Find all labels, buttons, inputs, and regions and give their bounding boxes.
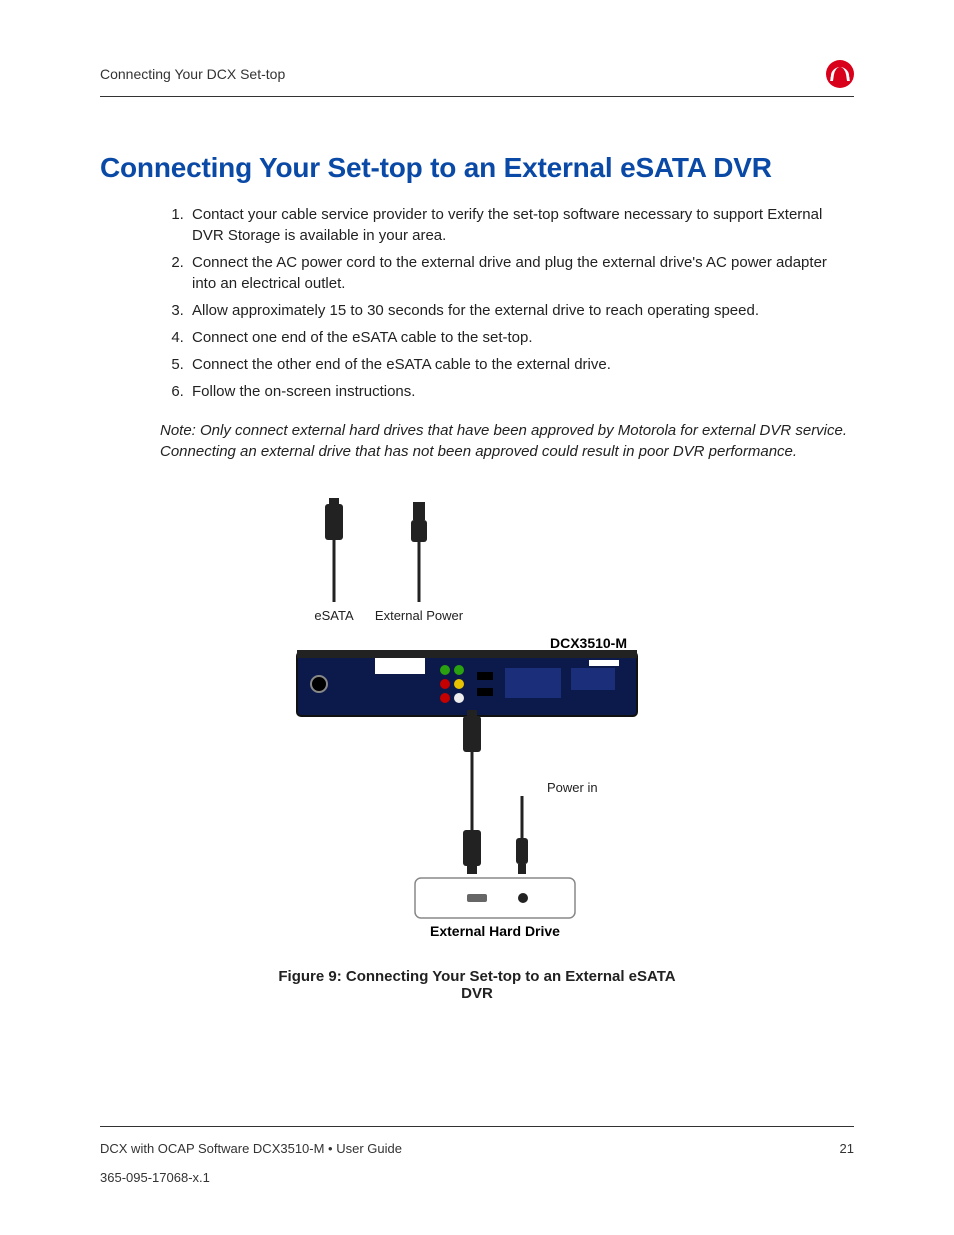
settop-box-icon xyxy=(297,650,637,716)
footer-product: DCX with OCAP Software DCX3510-M • User … xyxy=(100,1141,402,1156)
external-hard-drive-label: External Hard Drive xyxy=(430,923,560,939)
document-page: Connecting Your DCX Set-top Connecting Y… xyxy=(0,0,954,1235)
footer-doc-number: 365-095-17068-x.1 xyxy=(100,1170,854,1185)
step-item: Connect the other end of the eSATA cable… xyxy=(188,354,854,375)
page-footer: DCX with OCAP Software DCX3510-M • User … xyxy=(100,1126,854,1185)
esata-down-cable-icon xyxy=(463,710,481,874)
power-cable-icon xyxy=(411,502,427,602)
esata-label: eSATA xyxy=(314,608,354,623)
power-in-label: Power in xyxy=(547,780,598,795)
step-item: Contact your cable service provider to v… xyxy=(188,204,854,246)
step-item: Connect the AC power cord to the externa… xyxy=(188,252,854,294)
motorola-logo-icon xyxy=(826,60,854,88)
figure-caption: Figure 9: Connecting Your Set-top to an … xyxy=(267,968,687,1002)
esata-cable-icon xyxy=(325,498,343,602)
footer-divider xyxy=(100,1126,854,1127)
power-in-cable-icon xyxy=(516,796,528,874)
running-head: Connecting Your DCX Set-top xyxy=(100,66,285,82)
section-title: Connecting Your Set-top to an External e… xyxy=(100,152,854,184)
page-number: 21 xyxy=(840,1141,854,1156)
step-item: Connect one end of the eSATA cable to th… xyxy=(188,327,854,348)
warning-note: Note: Only connect external hard drives … xyxy=(160,420,854,462)
external-hard-drive-icon xyxy=(415,878,575,918)
device-model-label: DCX3510-M xyxy=(550,635,627,651)
connection-diagram: eSATA External Power DCX3510-M xyxy=(267,492,687,1002)
instruction-steps: Contact your cable service provider to v… xyxy=(160,204,854,402)
diagram-svg: eSATA External Power DCX3510-M xyxy=(267,492,687,952)
footer-row: DCX with OCAP Software DCX3510-M • User … xyxy=(100,1141,854,1156)
step-item: Allow approximately 15 to 30 seconds for… xyxy=(188,300,854,321)
external-power-label-1: External Power xyxy=(375,608,464,623)
step-item: Follow the on-screen instructions. xyxy=(188,381,854,402)
page-header: Connecting Your DCX Set-top xyxy=(100,60,854,97)
